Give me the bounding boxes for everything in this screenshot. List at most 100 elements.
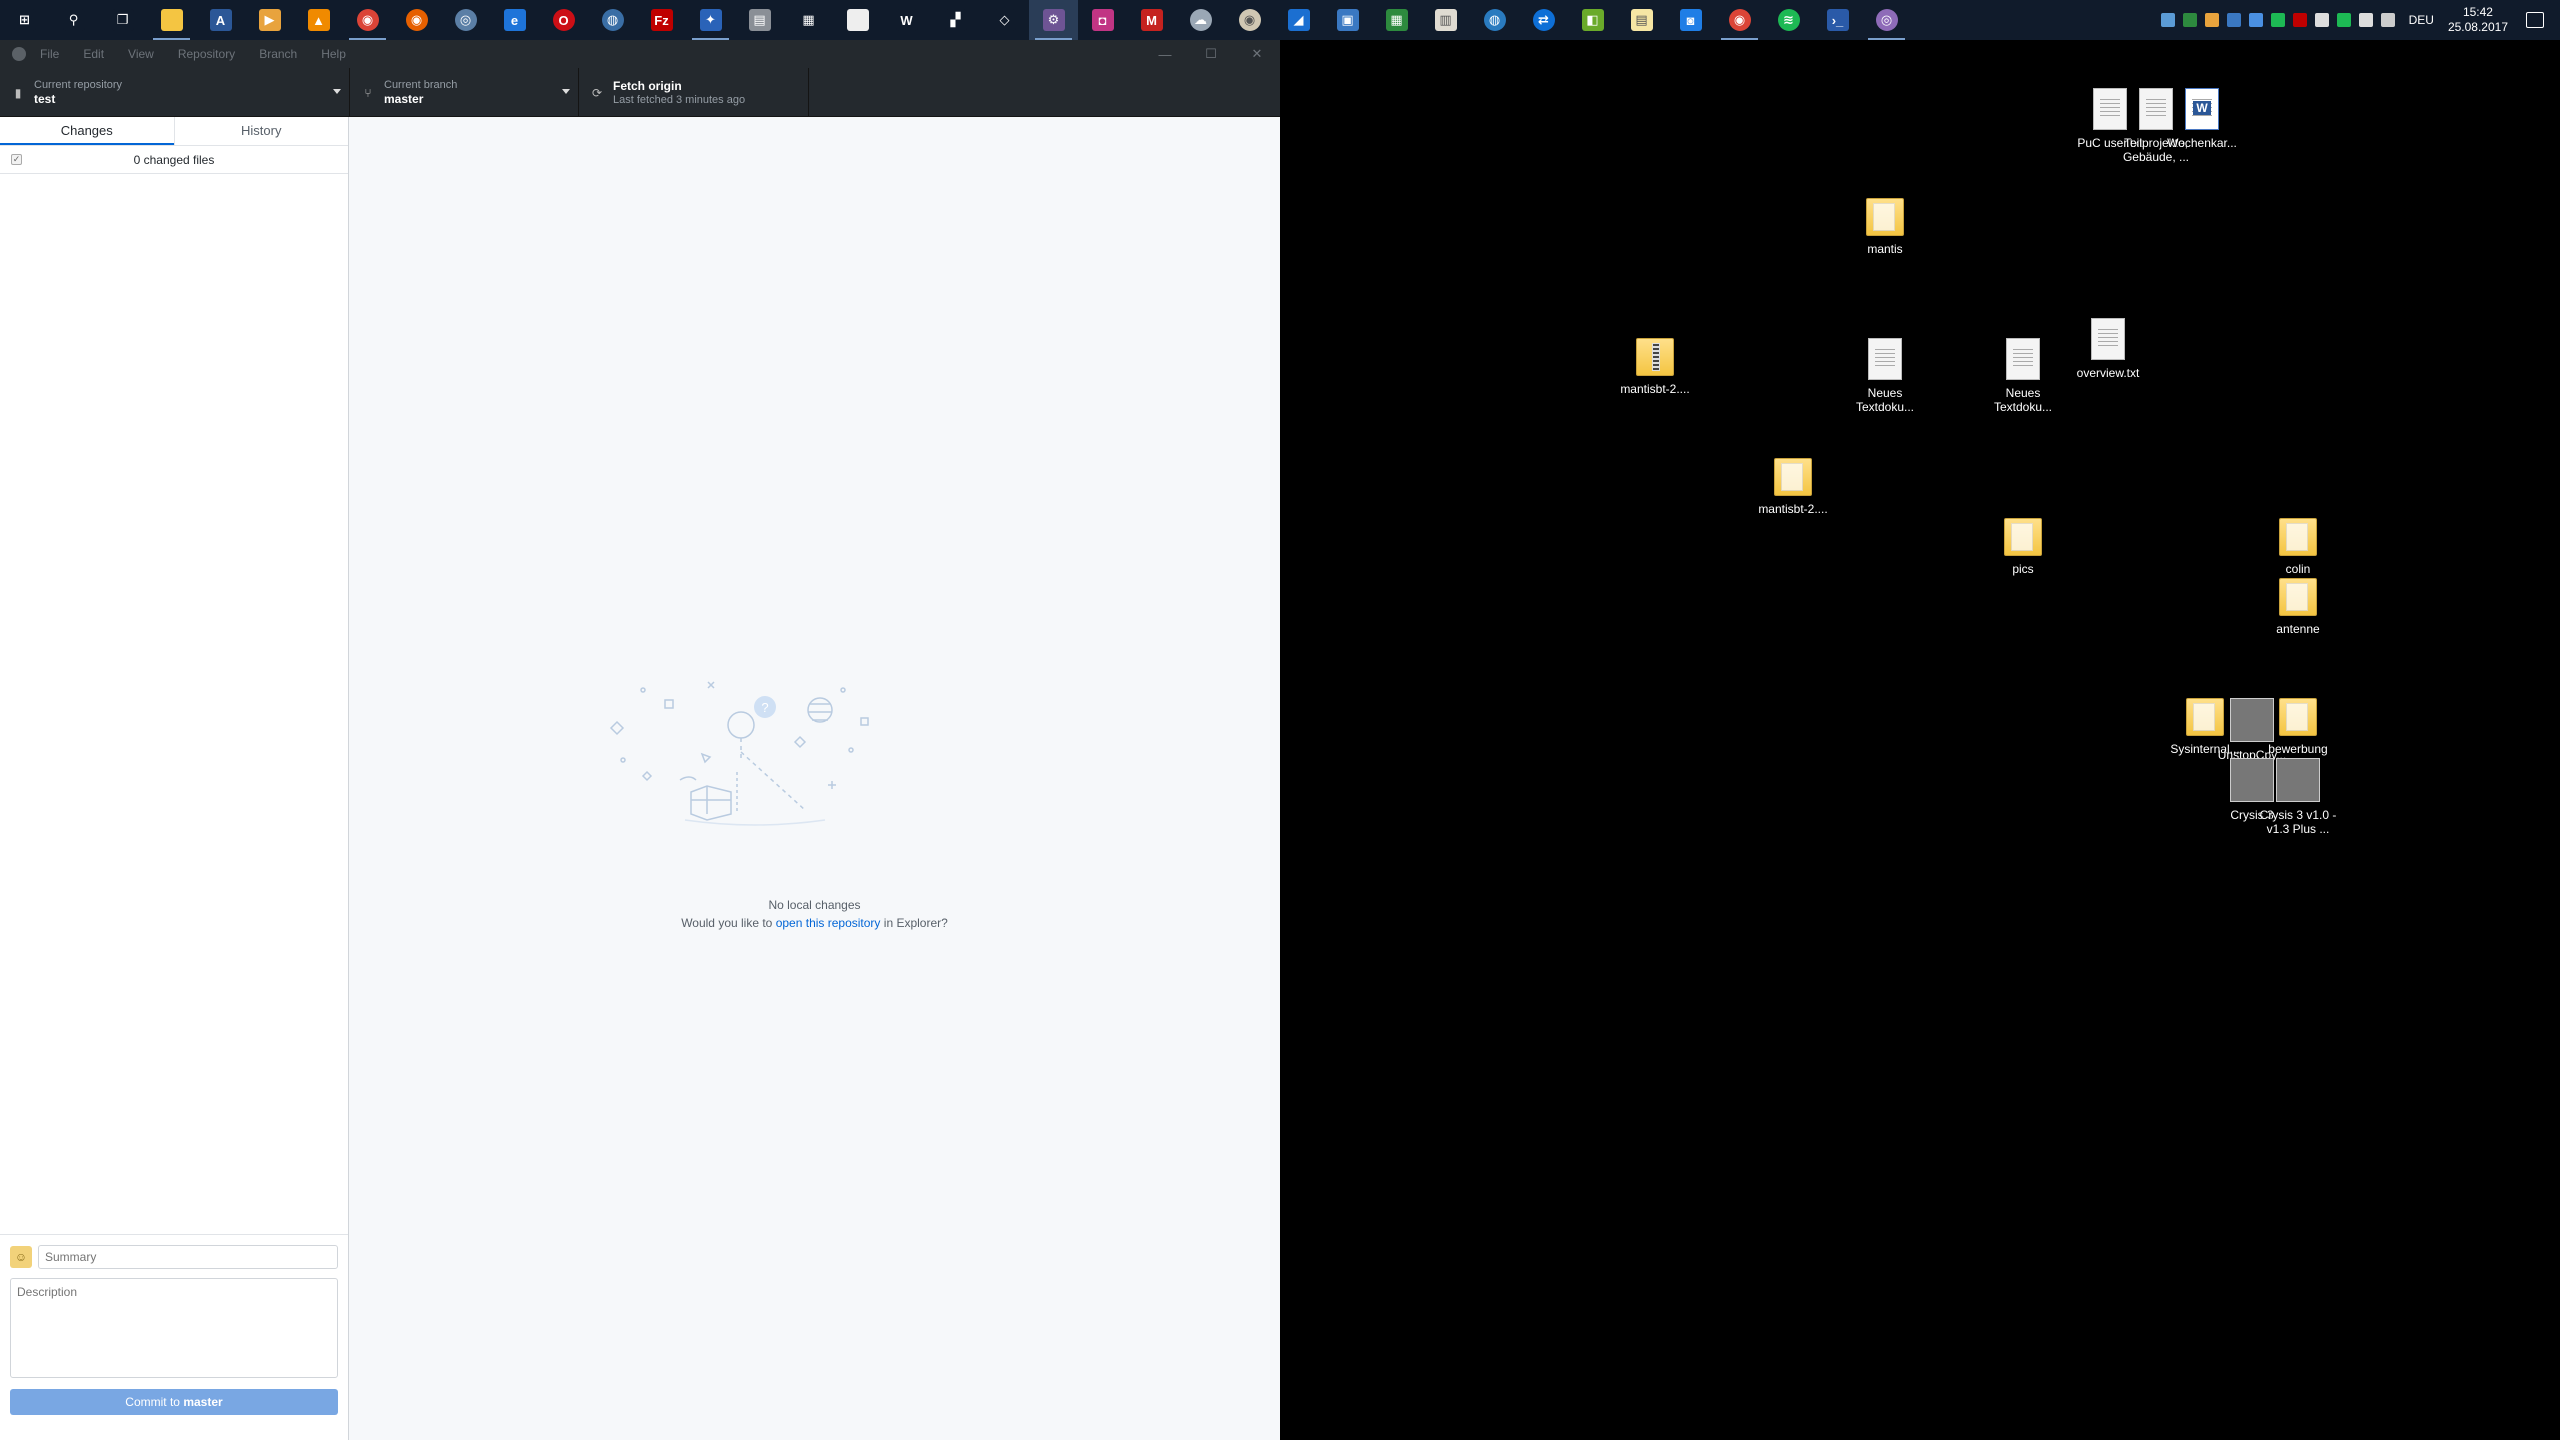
taskbar-app-vlc[interactable]: ▲	[294, 0, 343, 40]
desktop-icon[interactable]: mantisbt-2....	[1753, 458, 1833, 516]
taskbar-app-network-tool[interactable]: ◎	[441, 0, 490, 40]
tray-icon[interactable]	[2292, 13, 2307, 27]
tray-icon[interactable]	[2380, 13, 2395, 27]
taskbar-app-font-app[interactable]: A	[196, 0, 245, 40]
menu-file[interactable]: File	[40, 47, 59, 61]
desktop-icon[interactable]: pics	[1983, 518, 2063, 576]
taskbar-app-chrome-profile[interactable]: ◉	[1715, 0, 1764, 40]
taskbar-app-chat-app[interactable]: ◙	[1666, 0, 1715, 40]
tray-icon[interactable]	[2248, 13, 2263, 27]
current-repository-button[interactable]: ▮ Current repository test	[0, 68, 350, 117]
taskbar-app-notepad[interactable]	[833, 0, 882, 40]
taskbar-app-chrome[interactable]: ◉	[343, 0, 392, 40]
repo-name: test	[34, 91, 56, 106]
tray-icon[interactable]	[2226, 13, 2241, 27]
fetch-origin-button[interactable]: ⟳ Fetch origin Last fetched 3 minutes ag…	[579, 68, 809, 117]
desktop-icon[interactable]: overview.txt	[2068, 318, 2148, 380]
taskbar-app-github-desktop[interactable]: ⚙	[1029, 0, 1078, 40]
taskbar-app-w-app[interactable]: W	[882, 0, 931, 40]
start-icon: ⊞	[13, 9, 36, 31]
commit-description-input[interactable]	[10, 1278, 338, 1378]
taskbar-app-filezilla[interactable]: Fz	[637, 0, 686, 40]
close-button[interactable]: ✕	[1234, 40, 1280, 68]
taskbar-app-spotify[interactable]: ≋	[1764, 0, 1813, 40]
taskbar-app-printer[interactable]: ▤	[735, 0, 784, 40]
taskbar-app-task-view[interactable]: ❐	[98, 0, 147, 40]
menu-help[interactable]: Help	[321, 47, 346, 61]
taskbar-app-green-app[interactable]: ◧	[1568, 0, 1617, 40]
menu-view[interactable]: View	[128, 47, 154, 61]
taskbar-app-opera[interactable]: O	[539, 0, 588, 40]
spotify-icon: ≋	[1777, 9, 1800, 31]
taskbar-app-edit-app[interactable]: ◢	[1274, 0, 1323, 40]
tray-icon[interactable]	[2160, 13, 2175, 27]
taskbar-app-start[interactable]: ⊞	[0, 0, 49, 40]
desktop-icon[interactable]: bewerbung	[2258, 698, 2338, 756]
commit-button[interactable]: Commit to master	[10, 1389, 338, 1415]
taskbar-app-powershell[interactable]: ›_	[1813, 0, 1862, 40]
desktop-icon[interactable]: antenne	[2258, 578, 2338, 636]
repo-label: Current repository	[34, 78, 123, 91]
desktop-icon[interactable]: Wochenkar...	[2162, 88, 2242, 150]
commit-summary-input[interactable]	[38, 1245, 338, 1269]
clock[interactable]: 15:42 25.08.2017	[2448, 5, 2508, 35]
folder-icon	[2004, 518, 2042, 556]
tray-icon[interactable]	[2270, 13, 2285, 27]
desktop: PuC user.txtTeilprojekte, Gebäude, ...Wo…	[1280, 40, 2560, 1440]
sync-icon: ⟳	[591, 85, 603, 100]
minimize-button[interactable]: —	[1142, 40, 1188, 68]
tray-icon[interactable]	[2182, 13, 2197, 27]
taskbar-app-teamviewer[interactable]: ⇄	[1519, 0, 1568, 40]
chrome-profile-icon: ◉	[1728, 9, 1751, 31]
desktop-icon[interactable]: mantis	[1845, 198, 1925, 256]
open-repository-link[interactable]: open this repository	[776, 916, 881, 930]
taskbar-app-file-explorer[interactable]	[147, 0, 196, 40]
taskbar-app-record-app[interactable]: ◉	[1225, 0, 1274, 40]
current-branch-button[interactable]: ⑂ Current branch master	[350, 68, 579, 117]
desktop-icon[interactable]: Neues Textdoku...	[1845, 338, 1925, 414]
taskbar-app-tool-app[interactable]: ✦	[686, 0, 735, 40]
taskbar-app-vpn-client[interactable]: ◍	[588, 0, 637, 40]
taskbar-app-network-map[interactable]: ▞	[931, 0, 980, 40]
select-all-checkbox[interactable]: ✓	[11, 154, 22, 165]
taskbar-app-unity[interactable]: ◇	[980, 0, 1029, 40]
tray-icon[interactable]	[2358, 13, 2373, 27]
github-desktop-icon: ⚙	[1042, 9, 1065, 31]
input-language[interactable]: DEU	[2409, 13, 2434, 27]
taskbar-app-edge[interactable]: e	[490, 0, 539, 40]
taskbar-app-firefox[interactable]: ◉	[392, 0, 441, 40]
taskbar-app-gmail[interactable]: M	[1127, 0, 1176, 40]
tiles-app-icon: ▦	[1385, 9, 1408, 31]
desktop-icon[interactable]: colin	[2258, 518, 2338, 576]
menu-repository[interactable]: Repository	[178, 47, 235, 61]
shortcut-image-icon	[2276, 758, 2320, 802]
taskbar-app-instagram[interactable]: ◘	[1078, 0, 1127, 40]
taskbar-app-search[interactable]: ⚲	[49, 0, 98, 40]
desktop-icon[interactable]: Neues Textdoku...	[1983, 338, 2063, 414]
taskbar-app-media-player[interactable]: ▶	[245, 0, 294, 40]
instagram-icon: ◘	[1091, 9, 1114, 31]
network-tool-icon: ◎	[454, 9, 477, 31]
taskbar-app-document-app[interactable]: ▥	[1421, 0, 1470, 40]
taskbar-app-purple-app[interactable]: ◎	[1862, 0, 1911, 40]
taskbar-app-notes-app[interactable]: ▤	[1617, 0, 1666, 40]
taskbar-app-calculator[interactable]: ▦	[784, 0, 833, 40]
tab-history[interactable]: History	[173, 117, 349, 145]
taskbar-app-cloud-app[interactable]: ☁	[1176, 0, 1225, 40]
taskbar-app-tiles-app[interactable]: ▦	[1372, 0, 1421, 40]
tab-changes[interactable]: Changes	[0, 117, 174, 145]
taskbar-app-control-panel[interactable]: ▣	[1323, 0, 1372, 40]
action-center-icon[interactable]	[2526, 12, 2544, 28]
tray-icon[interactable]	[2314, 13, 2329, 27]
tray-icon[interactable]	[2336, 13, 2351, 27]
desktop-icon[interactable]: mantisbt-2....	[1615, 338, 1695, 396]
taskbar-app-globe-app[interactable]: ◍	[1470, 0, 1519, 40]
teamviewer-icon: ⇄	[1532, 9, 1555, 31]
summary-row: ☺	[10, 1245, 338, 1269]
maximize-button[interactable]: ☐	[1188, 40, 1234, 68]
notes-app-icon: ▤	[1630, 9, 1653, 31]
tray-icon[interactable]	[2204, 13, 2219, 27]
menu-edit[interactable]: Edit	[83, 47, 104, 61]
desktop-icon[interactable]: Crysis 3 v1.0 - v1.3 Plus ...	[2258, 758, 2338, 836]
menu-branch[interactable]: Branch	[259, 47, 297, 61]
